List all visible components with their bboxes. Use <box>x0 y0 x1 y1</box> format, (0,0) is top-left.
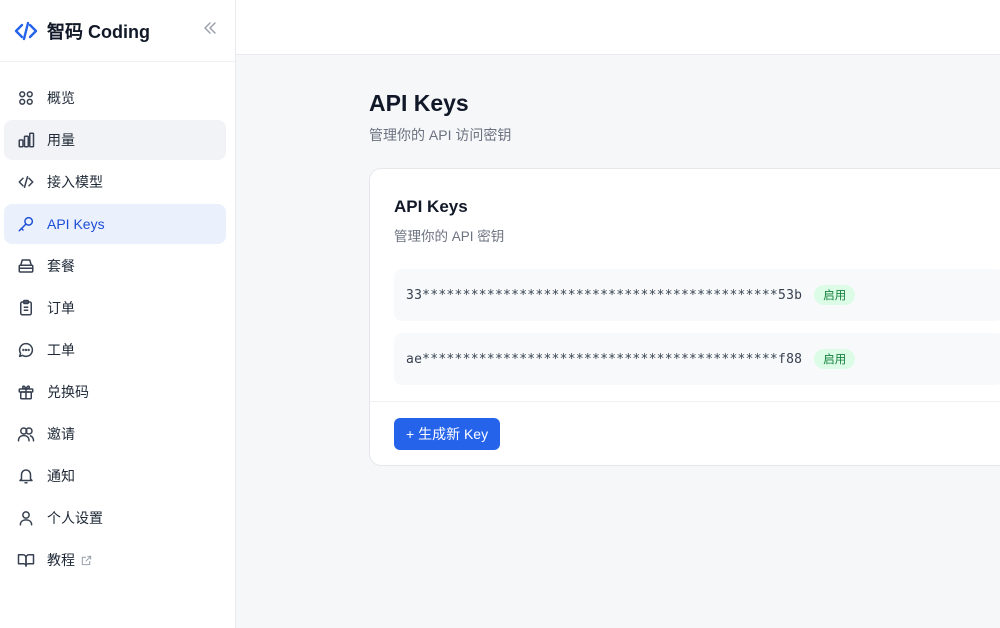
message-circle-icon <box>16 340 36 360</box>
grid-icon <box>16 88 36 108</box>
brand-header: 智码 Coding <box>0 0 235 62</box>
sidebar-item-orders[interactable]: 订单 <box>4 288 226 328</box>
user-icon <box>16 508 36 528</box>
code-brand-icon[interactable] <box>14 19 38 43</box>
sidebar-item-label: 概览 <box>47 90 75 106</box>
sidebar: 智码 Coding 概览 用量 接入模型 API Keys 套餐 订单 工单 兑… <box>0 0 236 628</box>
api-key-value: 33**************************************… <box>406 287 803 303</box>
sidebar-item-label: 通知 <box>47 468 75 484</box>
sidebar-item-label: 个人设置 <box>47 510 103 526</box>
sidebar-item-models[interactable]: 接入模型 <box>4 162 226 202</box>
sidebar-item-tutorial[interactable]: 教程 <box>4 540 226 580</box>
sidebar-item-settings[interactable]: 个人设置 <box>4 498 226 538</box>
double-chevron-left-icon <box>202 20 218 41</box>
page-title: API Keys <box>369 90 469 116</box>
package-icon <box>16 256 36 276</box>
sidebar-item-label: 用量 <box>47 132 75 148</box>
sidebar-item-api-keys[interactable]: API Keys <box>4 204 226 244</box>
status-badge: 启用 <box>814 349 856 369</box>
sidebar-item-notifications[interactable]: 通知 <box>4 456 226 496</box>
users-icon <box>16 424 36 444</box>
api-keys-card: API Keys 管理你的 API 密钥 33*****************… <box>369 168 1000 466</box>
sidebar-item-overview[interactable]: 概览 <box>4 78 226 118</box>
sidebar-item-label: API Keys <box>47 216 105 232</box>
create-key-button[interactable]: + 生成新 Key <box>394 418 501 450</box>
sidebar-nav: 概览 用量 接入模型 API Keys 套餐 订单 工单 兑换码 邀请 通知 个… <box>0 62 235 580</box>
sidebar-item-label: 工单 <box>47 342 75 358</box>
sidebar-item-label: 教程 <box>47 552 75 568</box>
collapse-sidebar-button[interactable] <box>199 20 221 42</box>
top-bar <box>236 0 1000 55</box>
sidebar-item-redeem[interactable]: 兑换码 <box>4 372 226 412</box>
bell-icon <box>16 466 36 486</box>
card-header: API Keys 管理你的 API 密钥 <box>370 169 1000 245</box>
sidebar-item-plans[interactable]: 套餐 <box>4 246 226 286</box>
api-key-row[interactable]: 33**************************************… <box>394 269 1000 321</box>
sidebar-item-label: 邀请 <box>47 426 75 442</box>
code-icon <box>16 172 36 192</box>
brand-name[interactable]: 智码 Coding <box>47 18 150 44</box>
sidebar-item-tickets[interactable]: 工单 <box>4 330 226 370</box>
sidebar-item-label: 兑换码 <box>47 384 89 400</box>
sidebar-item-label: 接入模型 <box>47 174 103 190</box>
sidebar-item-usage[interactable]: 用量 <box>4 120 226 160</box>
page-subtitle: 管理你的 API 访问密钥 <box>369 127 512 143</box>
clipboard-icon <box>16 298 36 318</box>
book-icon <box>16 550 36 570</box>
gift-icon <box>16 382 36 402</box>
api-key-value: ae**************************************… <box>406 351 803 367</box>
card-footer: + 生成新 Key <box>370 401 1000 466</box>
sidebar-item-invite[interactable]: 邀请 <box>4 414 226 454</box>
bar-chart-icon <box>16 130 36 150</box>
card-title: API Keys <box>394 197 468 216</box>
card-subtitle: 管理你的 API 密钥 <box>394 229 505 244</box>
sidebar-item-label: 套餐 <box>47 258 75 274</box>
api-key-list: 33**************************************… <box>370 245 1000 385</box>
api-key-row[interactable]: ae**************************************… <box>394 333 1000 385</box>
status-badge: 启用 <box>814 285 856 305</box>
page-header: API Keys 管理你的 API 访问密钥 <box>369 90 511 145</box>
external-link-icon <box>81 555 92 566</box>
sidebar-item-label: 订单 <box>47 300 75 316</box>
key-icon <box>16 214 36 234</box>
